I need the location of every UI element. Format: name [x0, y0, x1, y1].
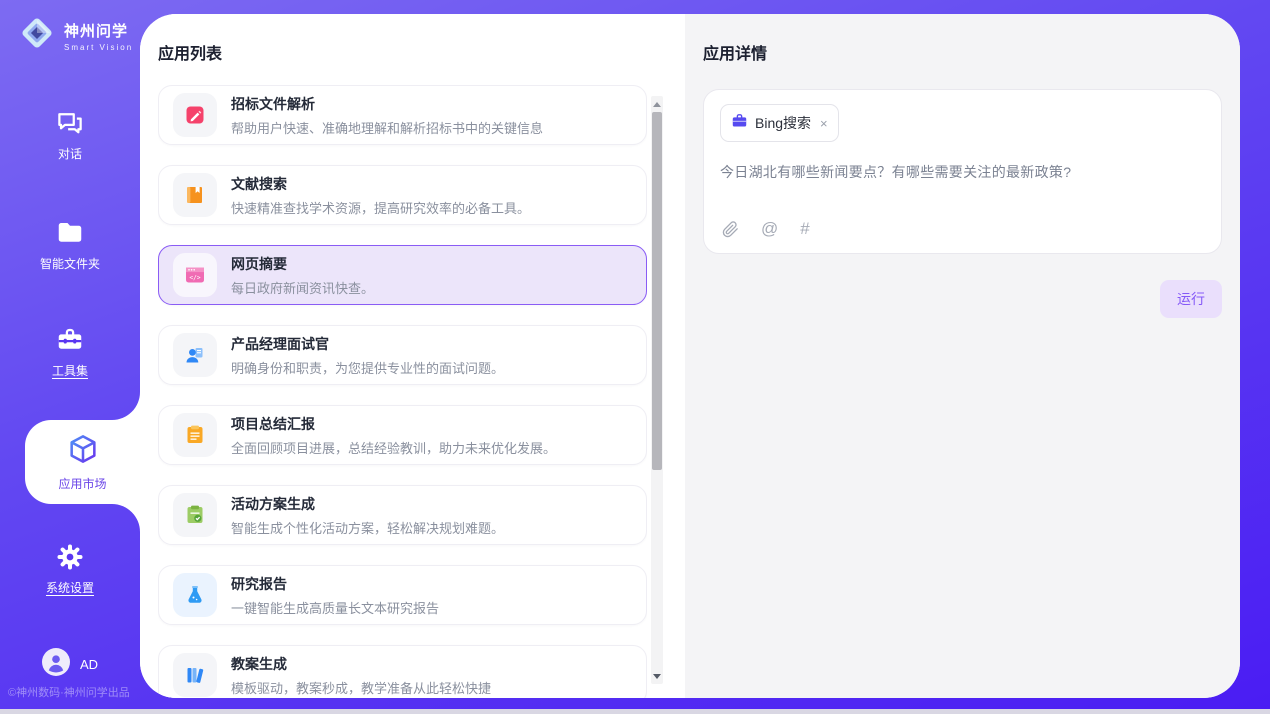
app-card-literature-search[interactable]: 文献搜索 快速精准查找学术资源，提高研究效率的必备工具。 — [158, 165, 647, 225]
prompt-toolbar: @ # — [722, 219, 810, 239]
attachment-icon[interactable] — [722, 221, 739, 238]
interviewer-icon — [173, 333, 217, 377]
app-list: 招标文件解析 帮助用户快速、准确地理解和解析招标书中的关键信息 文献搜索 快速精… — [158, 85, 647, 698]
sidebar-item-chat[interactable]: 对话 — [0, 108, 140, 162]
app-desc: 一键智能生成高质量长文本研究报告 — [231, 598, 439, 617]
sidebar-item-toolset[interactable]: 工具集 — [0, 325, 140, 379]
flask-icon — [173, 573, 217, 617]
app-list-title: 应用列表 — [158, 40, 222, 64]
app-name: 产品经理面试官 — [231, 334, 504, 354]
user-initials: AD — [80, 657, 98, 672]
tool-tag-label: Bing搜索 — [755, 113, 811, 133]
scroll-up-icon[interactable] — [651, 98, 663, 110]
tender-doc-icon — [173, 93, 217, 137]
sidebar-item-label: 应用市场 — [58, 475, 106, 492]
app-name: 教案生成 — [231, 654, 491, 674]
logo-gem-icon — [18, 14, 56, 57]
sidebar-item-label: 工具集 — [52, 362, 88, 379]
clipboard-check-icon — [173, 493, 217, 537]
app-card-research-report[interactable]: 研究报告 一键智能生成高质量长文本研究报告 — [158, 565, 647, 625]
sidebar-item-label: 对话 — [58, 145, 82, 162]
app-card-webpage-summary[interactable]: </> 网页摘要 每日政府新闻资讯快查。 — [158, 245, 647, 305]
briefcase-icon — [731, 112, 748, 134]
prompt-text[interactable]: 今日湖北有哪些新闻要点？有哪些需要关注的最新政策? — [720, 162, 1205, 182]
folder-icon — [55, 218, 85, 248]
app-card-project-summary[interactable]: 项目总结汇报 全面回顾项目进展，总结经验教训，助力未来优化发展。 — [158, 405, 647, 465]
tool-tag-bing-search[interactable]: Bing搜索 × — [720, 104, 839, 142]
app-card-tender-analysis[interactable]: 招标文件解析 帮助用户快速、准确地理解和解析招标书中的关键信息 — [158, 85, 647, 145]
bottom-strip — [0, 709, 1270, 714]
app-name: 招标文件解析 — [231, 94, 543, 114]
sidebar-item-app-market[interactable]: 应用市场 — [25, 420, 140, 504]
sidebar-item-label: 系统设置 — [46, 579, 94, 596]
run-button[interactable]: 运行 — [1160, 280, 1222, 318]
sidebar-item-label: 智能文件夹 — [40, 255, 100, 272]
app-logo: 神州问学 Smart Vision — [18, 14, 133, 57]
cube-icon — [67, 433, 99, 470]
app-list-pane: 应用列表 招标文件解析 帮助用户快速、准确地理解和解析招标书中的关键信息 — [140, 14, 685, 698]
app-desc: 智能生成个性化活动方案，轻松解决规划难题。 — [231, 518, 504, 537]
chat-icon — [55, 108, 85, 138]
prompt-card: Bing搜索 × 今日湖北有哪些新闻要点？有哪些需要关注的最新政策? @ # — [703, 89, 1222, 254]
app-name: 活动方案生成 — [231, 494, 504, 514]
app-desc: 全面回顾项目进展，总结经验教训，助力未来优化发展。 — [231, 438, 556, 457]
scrollbar-thumb[interactable] — [652, 112, 662, 470]
app-name: 研究报告 — [231, 574, 439, 594]
app-list-scrollbar[interactable] — [651, 96, 663, 684]
app-card-lesson-plan[interactable]: 教案生成 模板驱动，教案秒成，教学准备从此轻松快捷 — [158, 645, 647, 698]
logo-title: 神州问学 — [64, 20, 133, 41]
app-desc: 明确身份和职责，为您提供专业性的面试问题。 — [231, 358, 504, 377]
app-name: 网页摘要 — [231, 254, 374, 274]
app-card-pm-interviewer[interactable]: 产品经理面试官 明确身份和职责，为您提供专业性的面试问题。 — [158, 325, 647, 385]
app-detail-title: 应用详情 — [703, 40, 1222, 64]
books-icon — [173, 653, 217, 697]
note-icon — [173, 413, 217, 457]
run-row: 运行 — [703, 280, 1222, 318]
app-desc: 模板驱动，教案秒成，教学准备从此轻松快捷 — [231, 678, 491, 697]
gear-icon — [55, 542, 85, 572]
app-desc: 帮助用户快速、准确地理解和解析招标书中的关键信息 — [231, 118, 543, 137]
logo-subtitle: Smart Vision — [64, 43, 133, 52]
toolbox-icon — [55, 325, 85, 355]
copyright-text: ©神州数码·神州问学出品 — [0, 684, 150, 700]
app-card-event-plan[interactable]: 活动方案生成 智能生成个性化活动方案，轻松解决规划难题。 — [158, 485, 647, 545]
scroll-down-icon[interactable] — [651, 670, 663, 682]
sidebar-item-settings[interactable]: 系统设置 — [0, 542, 140, 596]
sidebar-item-smart-folder[interactable]: 智能文件夹 — [0, 218, 140, 272]
svg-text:</>: </> — [189, 274, 200, 281]
app-desc: 快速精准查找学术资源，提高研究效率的必备工具。 — [231, 198, 530, 217]
mention-icon[interactable]: @ — [761, 219, 778, 239]
avatar — [42, 648, 70, 681]
app-name: 项目总结汇报 — [231, 414, 556, 434]
app-detail-pane: 应用详情 Bing搜索 × 今日湖北有哪些新闻要点？有哪些需要关注的最新政策? — [685, 14, 1240, 698]
main-content: 应用列表 招标文件解析 帮助用户快速、准确地理解和解析招标书中的关键信息 — [140, 14, 1240, 698]
app-desc: 每日政府新闻资讯快查。 — [231, 278, 374, 297]
user-account[interactable]: AD — [0, 648, 140, 681]
hash-icon[interactable]: # — [800, 219, 809, 239]
app-name: 文献搜索 — [231, 174, 530, 194]
webpage-icon: </> — [173, 253, 217, 297]
sidebar: 神州问学 Smart Vision 对话 智能文件夹 — [0, 0, 140, 709]
book-icon — [173, 173, 217, 217]
close-icon[interactable]: × — [820, 116, 828, 131]
